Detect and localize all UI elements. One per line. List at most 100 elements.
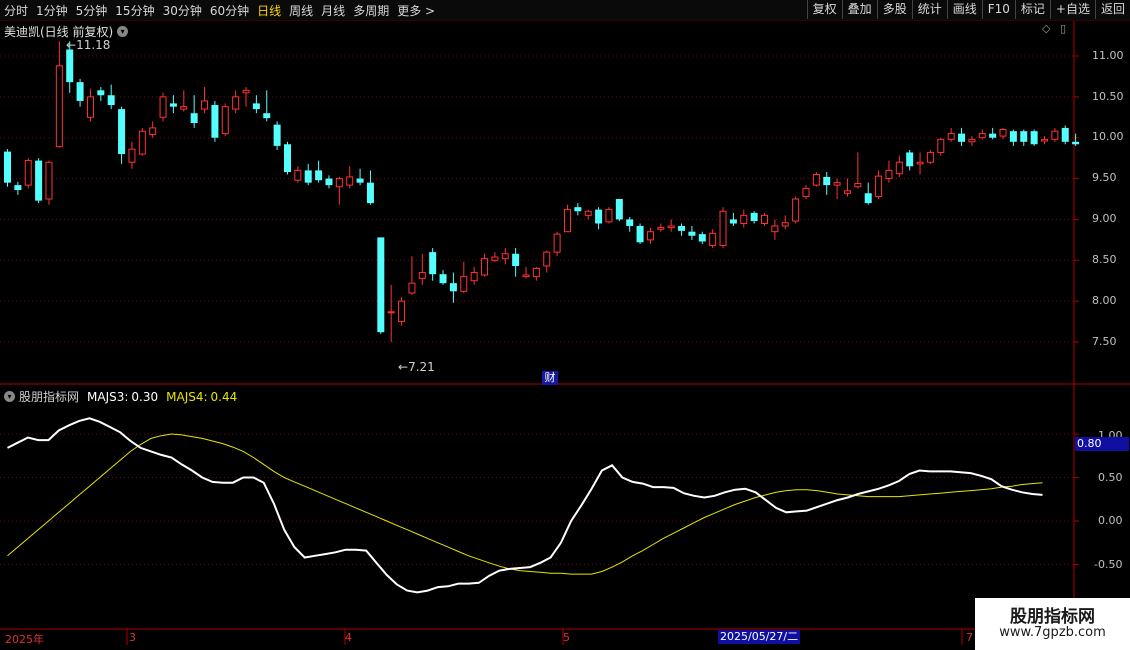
candle-body-up: [470, 272, 478, 282]
candle-body-down: [356, 178, 364, 183]
majs4-label: MAJS4:: [166, 389, 208, 404]
time-tick-label: 3: [129, 631, 136, 644]
price-tick-label: 9.50: [1092, 171, 1117, 184]
chevron-down-icon[interactable]: ▾: [117, 26, 129, 37]
tool-button-1[interactable]: 叠加: [841, 0, 877, 19]
cursor-value-badge: 0.80: [1075, 437, 1129, 451]
candle-body-down: [118, 109, 126, 155]
candle-body-up: [605, 209, 613, 223]
candle-body-down: [1030, 131, 1038, 145]
candle-body-down: [449, 283, 457, 292]
candle-body-down: [1061, 127, 1069, 142]
candle-body-down: [626, 219, 634, 226]
candle-body-up: [792, 198, 800, 222]
candle-body-up: [481, 258, 489, 276]
candle-body-down: [211, 105, 219, 138]
candle-body-down: [283, 144, 291, 173]
price-tick-label: 8.00: [1092, 294, 1117, 307]
period-tab-3[interactable]: 15分钟: [115, 2, 154, 19]
indicator-tick-label: 0.50: [1098, 471, 1123, 484]
period-tab-7[interactable]: 周线: [289, 2, 313, 19]
financial-report-marker[interactable]: 财: [542, 371, 558, 385]
watermark: 股朋指标网 www.7gpzb.com: [975, 598, 1130, 650]
candle-body-down: [263, 113, 271, 119]
majs3-line: [7, 417, 1043, 594]
panel-toggle-icon[interactable]: ▯: [1060, 22, 1066, 35]
candle-body-up: [128, 148, 136, 163]
candle-body-down: [439, 274, 447, 284]
time-tick-label: 7: [966, 631, 973, 644]
tool-button-2[interactable]: 多股: [876, 0, 912, 19]
high-annotation: ←11.18: [66, 38, 111, 52]
candle-body-up: [387, 311, 395, 314]
candle-body-up: [947, 133, 955, 140]
diamond-icon[interactable]: ◇: [1042, 22, 1050, 35]
candle-body-up: [138, 130, 146, 155]
candle-body-up: [761, 214, 769, 225]
tool-button-8[interactable]: 返回: [1094, 0, 1130, 19]
tool-buttons: 复权 叠加 多股 统计 画线 F10 标记 +自选 返回: [806, 0, 1130, 20]
candle-body-down: [678, 225, 686, 231]
candle-body-down: [366, 182, 374, 204]
tool-button-5[interactable]: F10: [981, 0, 1015, 19]
candle-body-up: [926, 151, 934, 163]
candle-body-down: [1009, 131, 1017, 142]
period-tab-2[interactable]: 5分钟: [76, 2, 108, 19]
period-toolbar: 分时 1分钟 5分钟 15分钟 30分钟 60分钟 日线 周线 月线 多周期 更多 > 复权 叠加 多股…: [0, 0, 1130, 21]
period-tab-9[interactable]: 多周期: [353, 2, 389, 19]
candle-body-up: [532, 267, 540, 278]
period-tabs: 分时 1分钟 5分钟 15分钟 30分钟 60分钟 日线 周线 月线 多周期 更多 >: [4, 0, 443, 20]
period-tab-0[interactable]: 分时: [4, 2, 28, 19]
tool-button-6[interactable]: 标记: [1014, 0, 1050, 19]
candle-body-down: [698, 234, 706, 242]
time-tick-label: 4: [345, 631, 352, 644]
period-tab-1[interactable]: 1分钟: [36, 2, 68, 19]
candle-body-down: [823, 176, 831, 186]
period-tab-4[interactable]: 30分钟: [163, 2, 202, 19]
tool-button-4[interactable]: 画线: [946, 0, 982, 19]
candle-body-up: [709, 232, 717, 247]
high-price: 11.18: [76, 38, 111, 52]
period-tab-6[interactable]: 日线: [257, 2, 281, 19]
settings-icon[interactable]: ▾: [4, 391, 15, 402]
candle-body-up: [968, 138, 976, 143]
candle-body-up: [543, 251, 551, 267]
period-tab-10[interactable]: 更多 >: [397, 2, 435, 19]
candle-body-down: [76, 82, 84, 101]
candle-body-down: [1020, 131, 1028, 142]
candle-body-up: [86, 96, 94, 118]
candle-body-down: [595, 209, 603, 224]
candle-body-up: [221, 106, 229, 135]
low-price: 7.21: [408, 360, 435, 374]
majs3-value: 0.30: [131, 389, 159, 404]
candle-body-down: [14, 185, 22, 191]
candle-body-down: [169, 103, 177, 107]
candle-body-up: [408, 282, 416, 294]
tool-button-3[interactable]: 统计: [911, 0, 947, 19]
candle-body-up: [1051, 130, 1059, 140]
candle-body-up: [885, 169, 893, 180]
tool-button-7[interactable]: +自选: [1049, 0, 1095, 19]
candle-body-down: [377, 237, 385, 333]
candle-body-up: [1041, 138, 1048, 142]
candle-body-down: [574, 207, 582, 212]
candle-body-up: [149, 127, 157, 135]
candle-body-up: [646, 231, 654, 241]
tool-button-0[interactable]: 复权: [806, 0, 842, 19]
candle-body-down: [252, 103, 260, 110]
candle-body-up: [159, 96, 167, 118]
indicator-tick-label: -0.50: [1094, 558, 1123, 571]
price-tick-label: 10.00: [1092, 130, 1124, 143]
period-tab-5[interactable]: 60分钟: [210, 2, 249, 19]
period-tab-8[interactable]: 月线: [321, 2, 345, 19]
indicator-name[interactable]: 股朋指标网: [19, 388, 79, 405]
majs3-label: MAJS3:: [87, 389, 129, 404]
candle-body-up: [843, 190, 851, 194]
candle-body-up: [522, 274, 530, 278]
price-tick-label: 9.00: [1092, 212, 1117, 225]
candle-body-up: [491, 256, 499, 261]
candle-body-up: [937, 138, 945, 153]
chart-canvas[interactable]: [0, 21, 1130, 650]
price-tick-label: 10.50: [1092, 90, 1124, 103]
candle-body-up: [854, 182, 862, 188]
